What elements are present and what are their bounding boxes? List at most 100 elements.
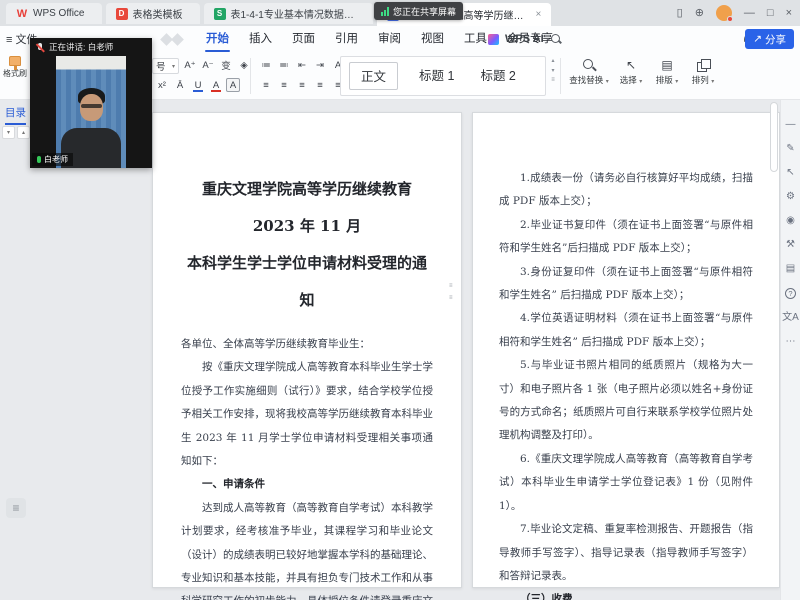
share-button[interactable]: ↗ 分享 (745, 29, 794, 49)
typeset-button[interactable]: ▤ 排版 ▾ (650, 56, 684, 86)
justify-icon[interactable]: ≡ (312, 77, 328, 93)
style-heading-2[interactable]: 标题 2 (467, 62, 528, 90)
paragraph[interactable]: 达到成人高等教育（高等教育自学考试）本科教学计划要求，经考核准予毕业，其课程学习… (181, 497, 433, 600)
close-button[interactable]: × (786, 8, 792, 19)
select-button[interactable]: ↖ 选择 ▾ (614, 56, 648, 86)
tab-close-icon[interactable]: × (536, 9, 542, 20)
highlight-icon[interactable]: A (226, 78, 240, 92)
paragraph[interactable]: 3.身份证复印件（须在证书上面签署“与原件相符和学生姓名” 后扫描成 PDF 版… (499, 261, 753, 308)
document-tabs: W WPS Office D 表格类模板 S 表1-4-1专业基本情况数据.xl… (6, 3, 551, 26)
document-title-line1[interactable]: 重庆文理学院高等学历继续教育 2023 年 11 月 (181, 171, 433, 245)
underline-icon[interactable]: U (190, 77, 206, 93)
change-case-icon[interactable]: 变 (218, 57, 234, 73)
participant-name: 白老师 (44, 154, 68, 165)
paragraph[interactable]: 6.《重庆文理学院成人高等教育（高等教育自学考试）本科毕业生申请学士学位登记表》… (499, 448, 753, 518)
format-painter-icon (9, 56, 21, 66)
edit-pen-icon[interactable]: ✎ (786, 144, 794, 154)
paragraph[interactable]: 5.与毕业证书照片相同的纸质照片（规格为大一寸）和电子照片各 1 张（电子照片必… (499, 354, 753, 448)
superscript-icon[interactable]: x² (154, 77, 170, 93)
globe-icon[interactable]: ⊕ (695, 8, 704, 19)
help-icon[interactable]: ? (785, 288, 796, 299)
wps-ai-group: WPS AI (488, 26, 562, 52)
style-heading-1[interactable]: 标题 1 (406, 62, 467, 90)
align-right-icon[interactable]: ≡ (294, 77, 310, 93)
layout-mode-icon[interactable]: ▯ (677, 8, 683, 19)
user-avatar[interactable] (716, 5, 732, 21)
numbered-list-icon[interactable]: ≕ (276, 57, 292, 73)
format-painter-button[interactable]: 格式刷 (0, 55, 30, 79)
nav-up-button[interactable]: ▴ (17, 126, 30, 139)
tab-wps-home[interactable]: W WPS Office (6, 3, 102, 24)
paragraph[interactable]: 各单位、全体高等学历继续教育毕业生： (181, 333, 433, 356)
toc-pane-tab[interactable]: 目录 (5, 105, 26, 125)
align-left-icon[interactable]: ≡ (258, 77, 274, 93)
font-size-value: 号 (156, 59, 166, 73)
arrange-icon (697, 59, 709, 71)
right-side-toolbar: — ✎ ↖ ⚙ ◉ ⚒ ▤? 文A ⋯ (780, 100, 800, 600)
select-arrow-icon[interactable]: ↖ (786, 168, 794, 178)
wps-ai-label[interactable]: WPS AI (505, 33, 544, 45)
tab-spreadsheet[interactable]: S 表1-4-1专业基本情况数据.xlsx (204, 3, 373, 24)
document-page-1[interactable]: 重庆文理学院高等学历继续教育 2023 年 11 月 本科学生学士学位申请材料受… (152, 112, 462, 588)
font-tools-row2: x²ĀUAA (154, 77, 240, 93)
vertical-scrollbar-thumb[interactable] (770, 102, 778, 172)
arrange-button[interactable]: 排列 ▾ (686, 56, 720, 86)
collapse-panel-icon[interactable]: — (786, 120, 796, 130)
align-center-icon[interactable]: ≡ (276, 77, 292, 93)
menu-view[interactable]: 视图 (411, 26, 454, 52)
menu-page[interactable]: 页面 (282, 26, 325, 52)
increase-font-icon[interactable]: A⁺ (182, 57, 198, 73)
decrease-font-icon[interactable]: A⁻ (200, 57, 216, 73)
gallery-more-icon[interactable]: ≡ (551, 77, 555, 83)
styles-gallery: 正文标题 1标题 2 (340, 56, 546, 96)
toc-float-button[interactable]: ≡ (6, 498, 26, 518)
menu-review[interactable]: 审阅 (368, 26, 411, 52)
meeting-video-overlay[interactable]: 正在讲话: 白老师 白老师 (30, 38, 152, 168)
window-controls: ▯ ⊕ — □ × (677, 0, 792, 26)
app-file-icon: S (214, 8, 226, 20)
tools-icon[interactable]: ⚒ (786, 240, 795, 250)
document-title-line2[interactable]: 本科学生学士学位申请材料受理的通知 (181, 245, 433, 319)
paragraph[interactable]: 4.学位英语证明材料（须在证书上面签署“与原件相符和学生姓名” 后扫描成 PDF… (499, 307, 753, 354)
bullet-list-icon[interactable]: ≔ (258, 57, 274, 73)
more-tools-icon[interactable]: ⋯ (786, 337, 796, 347)
style-normal[interactable]: 正文 (349, 62, 398, 90)
screen-sharing-tooltip: 您正在共享屏幕 (374, 2, 463, 20)
adjust-settings-icon[interactable]: ⚙ (786, 192, 795, 202)
document-title[interactable]: 重庆文理学院高等学历继续教育 2023 年 11 月 本科学生学士学位申请材料受… (181, 171, 433, 319)
paragraph[interactable]: 2.毕业证书复印件（须在证书上面签署“与原件相符和学生姓名”后扫描成 PDF 版… (499, 214, 753, 261)
indent-icon[interactable]: ⇥ (312, 57, 328, 73)
outline-collapse-mark[interactable]: ≡ (449, 283, 453, 289)
paragraph[interactable]: 7.毕业论文定稿、重复率检测报告、开题报告（指导教师手写签字）、指导记录表（指导… (499, 518, 753, 588)
gallery-scroll-up-icon[interactable]: ▴ (551, 57, 554, 64)
paragraph[interactable]: 1.成绩表一份（请务必自行核算好平均成绩，扫描成 PDF 版本上交）； (499, 167, 753, 214)
pinyin-guide-icon[interactable]: Ā (172, 77, 188, 93)
nav-down-button[interactable]: ▾ (2, 126, 15, 139)
gallery-scroll-down-icon[interactable]: ▾ (551, 67, 554, 74)
maximize-button[interactable]: □ (767, 8, 774, 19)
menu-reference[interactable]: 引用 (325, 26, 368, 52)
minimize-button[interactable]: — (744, 8, 755, 19)
search-icon[interactable] (550, 33, 562, 45)
paragraph[interactable]: 按《重庆文理学院成人高等教育本科毕业生学士学位授予工作实施细则（试行）》要求，结… (181, 356, 433, 473)
notification-badge (727, 16, 733, 22)
tab-template[interactable]: D 表格类模板 (106, 3, 200, 24)
find-replace-button[interactable]: 查找替换 ▾ (566, 56, 612, 86)
document-page-2[interactable]: 1.成绩表一份（请务必自行核算好平均成绩，扫描成 PDF 版本上交）；2.毕业证… (472, 112, 780, 588)
chevron-down-icon: ▾ (606, 79, 609, 85)
participant-figure (81, 104, 102, 108)
ai-assistant-icon[interactable]: ◉ (786, 216, 795, 226)
styles-gallery-scroll: ▴ ▾ ≡ (548, 57, 558, 83)
font-size-select[interactable]: 号 ▾ (152, 58, 179, 74)
outdent-icon[interactable]: ⇤ (294, 57, 310, 73)
paragraph[interactable]: 一、申请条件 (181, 473, 433, 496)
font-color-icon[interactable]: A (208, 77, 224, 93)
translate-icon[interactable]: 文A (782, 313, 799, 323)
typeset-label: 排版 (656, 75, 673, 85)
menu-insert[interactable]: 插入 (239, 26, 282, 52)
reader-view-icon[interactable]: ▤ (786, 264, 795, 274)
menu-home[interactable]: 开始 (196, 26, 239, 52)
outline-collapse-mark[interactable]: ≡ (449, 295, 453, 301)
hamburger-icon: ≡ (6, 34, 12, 46)
paragraph[interactable]: （三）收费 (499, 588, 753, 600)
